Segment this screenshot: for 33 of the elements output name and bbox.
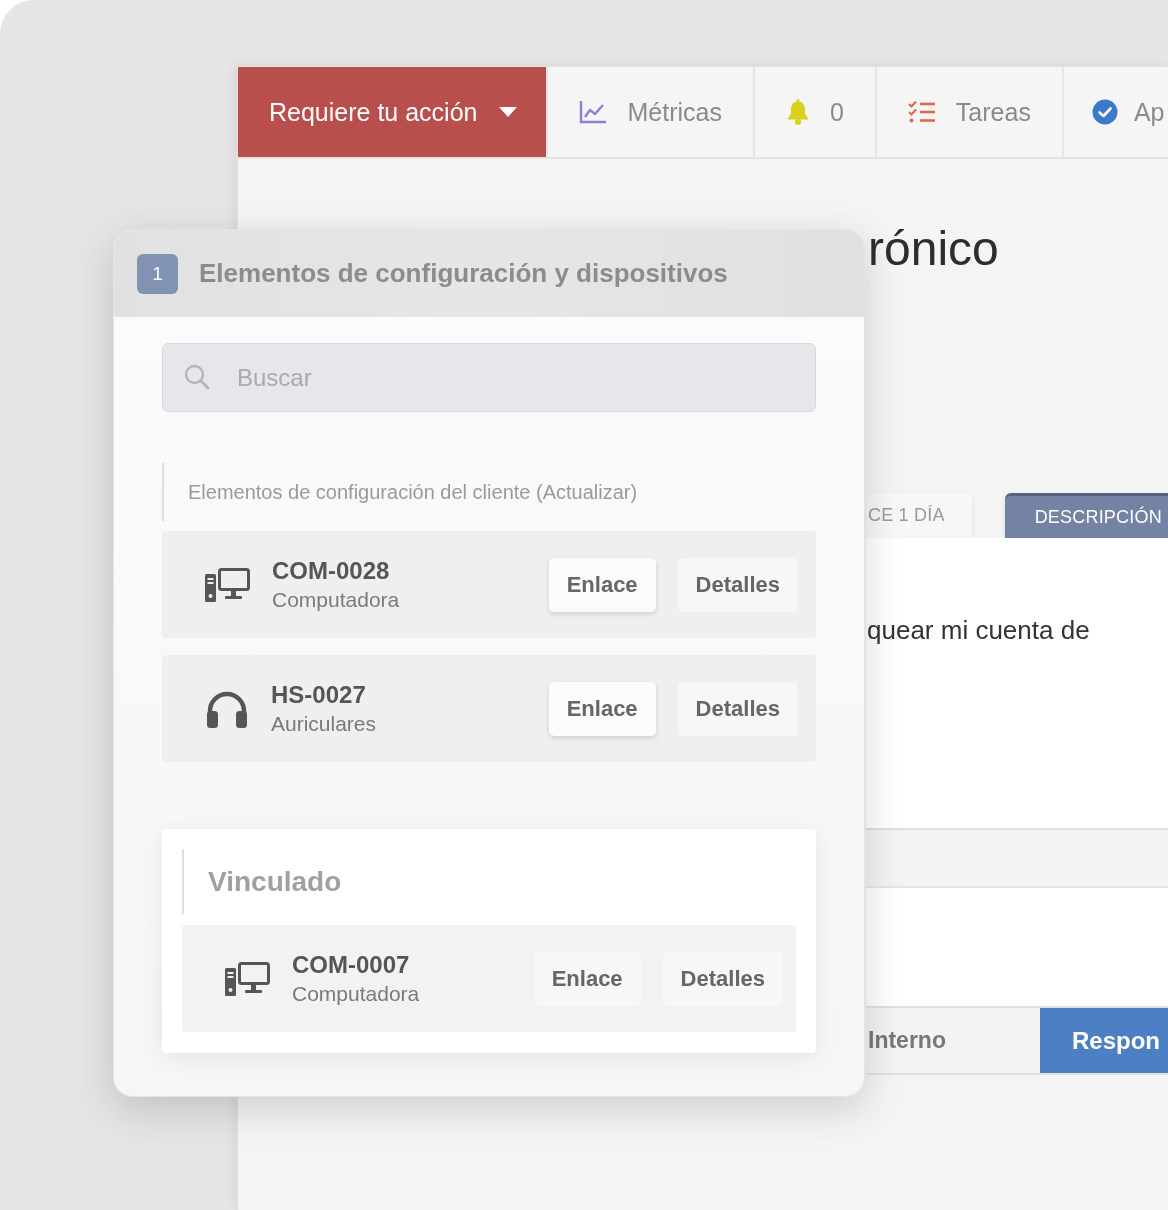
device-type: Computadora (272, 587, 400, 613)
link-button[interactable]: Enlace (533, 951, 641, 1006)
page-title: rónico (867, 221, 999, 277)
section-heading: Vinculado (182, 849, 796, 914)
caret-icon (499, 107, 518, 117)
link-button[interactable]: Enlace (548, 557, 656, 612)
reply-field[interactable] (866, 888, 1168, 1006)
checklist-icon (907, 100, 936, 124)
step-badge: 1 (137, 253, 178, 294)
nav-tab[interactable]: Requiere tu acción (238, 67, 549, 157)
section-heading: Elementos de configuración del cliente (Actualizar) (162, 463, 816, 521)
reply-tab[interactable]: Respon (1040, 1008, 1168, 1073)
device-name: COM-0028 (272, 556, 390, 586)
search-icon (184, 364, 210, 390)
computer-icon (205, 567, 250, 602)
content-tab[interactable]: DESCRIPCIÓN (1004, 493, 1168, 538)
panel-title: Elementos de configuración y dispositivos (199, 258, 728, 289)
computer-icon (225, 961, 270, 996)
bell-icon (785, 99, 810, 125)
message-text: quear mi cuenta de (866, 614, 1091, 646)
device-name: HS-0027 (271, 680, 366, 710)
device-type: Auriculares (271, 711, 377, 737)
device-type: Computadora (292, 981, 420, 1007)
device-name: COM-0007 (292, 950, 410, 980)
search-field[interactable]: Buscar (162, 343, 816, 412)
line-chart-icon (579, 100, 608, 124)
headphones-icon (205, 689, 249, 728)
details-button[interactable]: Detalles (662, 951, 783, 1006)
details-button[interactable]: Detalles (677, 681, 798, 736)
content-tab[interactable]: CE 1 DÍA (866, 493, 972, 538)
details-button[interactable]: Detalles (677, 557, 798, 612)
check-circle-icon (1091, 99, 1118, 125)
link-button[interactable]: Enlace (548, 681, 656, 736)
